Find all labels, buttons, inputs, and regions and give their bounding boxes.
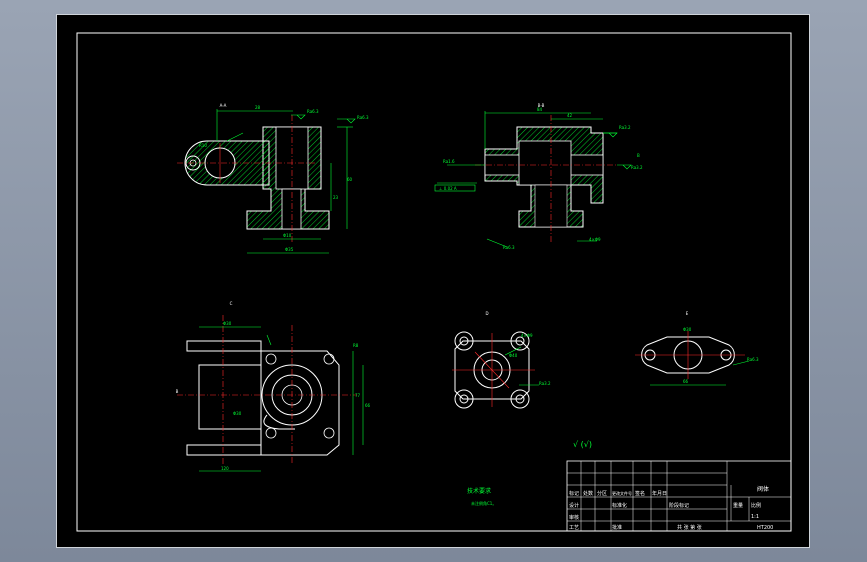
svg-text:R10: R10 (199, 143, 207, 148)
svg-text:Φ30: Φ30 (233, 411, 242, 416)
drawing-sheet: A-A 28 Ra6.3 Ra6.3 Φ10 Φ35 60 23 R10 B-B… (56, 14, 810, 548)
svg-text:28: 28 (255, 105, 261, 110)
svg-text:23: 23 (333, 195, 339, 200)
tb-review: 审核 (569, 514, 579, 521)
view-e: E Φ30 66 Ra6.3 (635, 311, 759, 386)
view-d: D 4×Φ9 Φ40 Ra3.2 (452, 311, 551, 409)
svg-text:120: 120 (221, 466, 229, 471)
svg-text:66: 66 (683, 379, 689, 384)
svg-text:60: 60 (347, 177, 353, 182)
svg-text:77: 77 (355, 393, 361, 398)
tb-date: 年月日 (652, 490, 667, 497)
tb-change: 更改文件号 (612, 490, 632, 496)
tb-sign: 签名 (635, 490, 645, 497)
svg-text:66: 66 (365, 403, 371, 408)
tb-standard: 标准化 (612, 502, 627, 509)
svg-text:Ra3.2: Ra3.2 (539, 381, 551, 386)
tb-process: 工艺 (569, 525, 579, 531)
svg-text:Φ10: Φ10 (283, 233, 292, 238)
svg-text:Φ30: Φ30 (683, 327, 692, 332)
tb-mark: 标记 (569, 490, 579, 497)
plan-view: C B Φ30 120 77 66 R8 Φ30 (176, 301, 371, 472)
tb-count: 处数 (583, 490, 593, 497)
inner-frame (76, 32, 792, 532)
tb-design: 设计 (569, 502, 579, 509)
svg-text:Φ40: Φ40 (509, 353, 518, 358)
notes-line1: 未注倒角C1。 (471, 500, 496, 506)
svg-text:Ra6.3: Ra6.3 (503, 245, 515, 250)
svg-text:Ra6.3: Ra6.3 (357, 115, 369, 120)
svg-text:84: 84 (537, 107, 543, 112)
view-e-label: E (686, 311, 689, 316)
svg-text:42: 42 (567, 113, 573, 118)
tb-approve: 批准 (612, 524, 622, 531)
tb-material: HT200 (757, 525, 773, 531)
drawing-canvas: A-A 28 Ra6.3 Ra6.3 Φ10 Φ35 60 23 R10 B-B… (76, 32, 792, 532)
view-b-label: B (176, 389, 179, 394)
tb-scale-label: 比例 (751, 502, 761, 509)
svg-text:Ra6.3: Ra6.3 (747, 357, 759, 362)
tb-weight: 重量 (733, 502, 743, 509)
section-view-a: A-A 28 Ra6.3 Ra6.3 Φ10 Φ35 60 23 R10 (177, 103, 369, 254)
svg-text:B: B (637, 153, 640, 158)
svg-text:Ra3.2: Ra3.2 (631, 165, 643, 170)
tb-scale-value: 1:1 (751, 514, 759, 520)
svg-text:4×Φ9: 4×Φ9 (521, 333, 533, 338)
view-d-label: D (485, 311, 488, 316)
title-block: 标记 处数 分区 更改文件号 签名 年月日 设计 标准化 审核 工艺 批准 阶段… (566, 460, 792, 532)
svg-text:R8: R8 (353, 343, 359, 348)
svg-text:⊥ 0.02 A: ⊥ 0.02 A (439, 186, 457, 191)
svg-text:Ra3.2: Ra3.2 (619, 125, 631, 130)
tb-part-name: 阀体 (757, 485, 769, 493)
svg-text:Φ30: Φ30 (223, 321, 232, 326)
tb-stage: 阶段标记 (669, 502, 689, 509)
svg-text:Ra1.6: Ra1.6 (443, 159, 455, 164)
notes-title: 技术要求 (467, 487, 491, 495)
svg-text:Ra6.3: Ra6.3 (307, 109, 319, 114)
roughness-note: √ (√) (573, 440, 592, 449)
svg-text:4×Φ9: 4×Φ9 (589, 237, 601, 242)
tb-zone: 分区 (597, 490, 607, 497)
section-view-b: B-B 84 42 Ra3.2 Ra3.2 Ra1.6 ⊥ 0.02 A Ra6… (434, 103, 643, 250)
tb-sheet: 共 张 第 张 (677, 524, 702, 531)
view-a-label: A-A (220, 103, 227, 108)
svg-text:Φ35: Φ35 (285, 247, 294, 252)
view-c-label: C (230, 301, 233, 306)
